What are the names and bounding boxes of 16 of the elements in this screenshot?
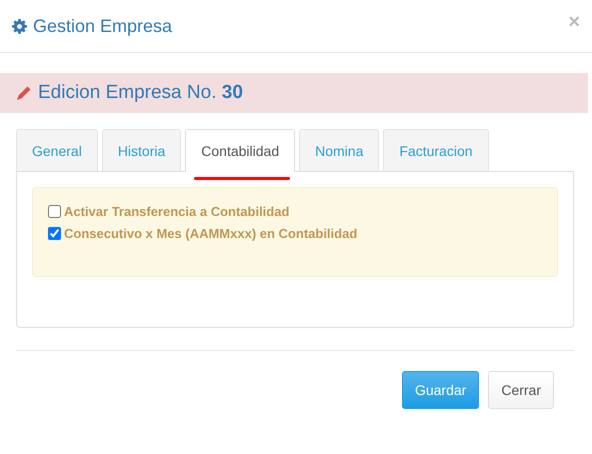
tab[interactable]: Contabilidad	[185, 129, 296, 172]
tab[interactable]: Facturacion	[383, 129, 489, 171]
close-button[interactable]: Cerrar	[488, 371, 554, 409]
settings-icon	[12, 18, 27, 34]
save-button[interactable]: Guardar	[402, 371, 480, 409]
checkbox[interactable]	[48, 227, 61, 240]
banner-title: Edicion Empresa No. 30	[38, 82, 243, 104]
tab[interactable]: Nomina	[299, 129, 380, 171]
tab[interactable]: General	[16, 129, 98, 171]
close-button[interactable]: ×	[568, 12, 580, 32]
checkbox[interactable]	[48, 205, 61, 218]
checkbox-label: Consecutivo x Mes (AAMMxxx) en Contabilidad	[64, 226, 358, 241]
checkbox-label: Activar Transferencia a Contabilidad	[64, 204, 290, 219]
tab[interactable]: Historia	[102, 129, 182, 171]
pencil-icon	[16, 85, 32, 101]
dialog-title: Gestion Empresa	[33, 16, 174, 36]
